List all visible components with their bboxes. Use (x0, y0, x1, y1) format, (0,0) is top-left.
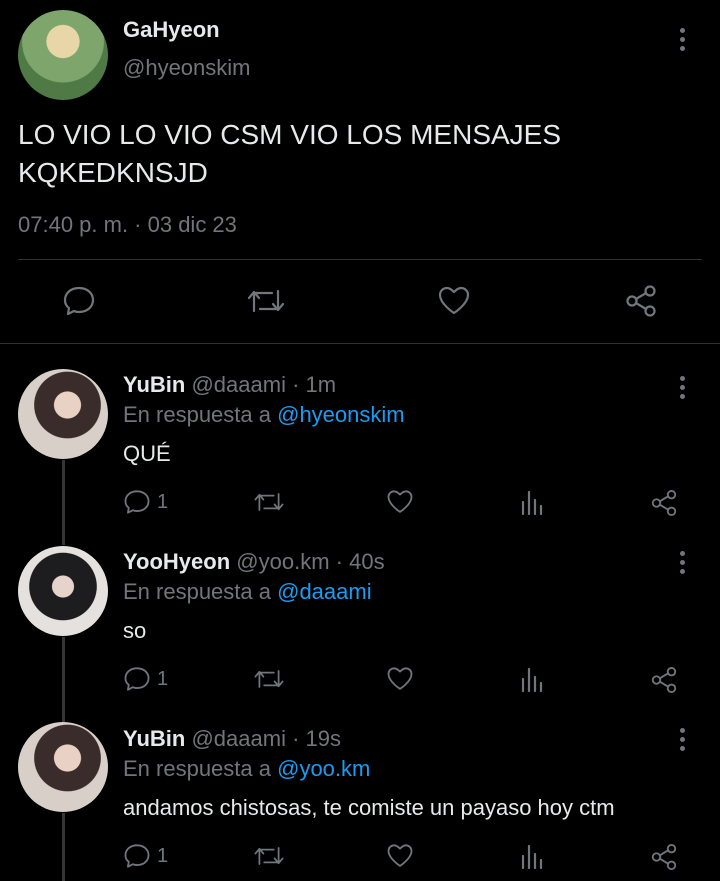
reply-to-link[interactable]: @hyeonskim (277, 402, 405, 427)
reply-header: YuBin @daaami · 1m (123, 372, 336, 398)
tweet-text-line-1: LO VIO LO VIO CSM VIO LOS MENSAJES (18, 119, 562, 150)
more-icon[interactable] (680, 728, 688, 755)
reply-count: 1 (157, 844, 169, 867)
reply-action[interactable]: 1 (123, 488, 168, 516)
more-icon[interactable] (680, 28, 688, 55)
reply-author-name[interactable]: YooHyeon (123, 549, 230, 574)
thread-line (62, 813, 65, 881)
reply-time[interactable]: · 1m (292, 372, 336, 397)
reply-context: En respuesta a @yoo.km (123, 756, 370, 782)
retweet-icon[interactable] (253, 842, 285, 870)
reply-header: YuBin @daaami · 19s (123, 726, 341, 752)
reply-to-link[interactable]: @daaami (277, 579, 372, 604)
reply-context: En respuesta a @daaami (123, 579, 372, 605)
reply-icon[interactable] (123, 842, 151, 870)
divider (0, 343, 720, 344)
author-handle[interactable]: @hyeonskim (123, 55, 251, 81)
thread-line (62, 460, 65, 545)
reply-prefix: En respuesta a (123, 756, 271, 781)
retweet-icon[interactable] (253, 665, 285, 693)
retweet-icon[interactable] (253, 488, 285, 516)
tweet-text-line-2: KQKEDKNSJD (18, 157, 208, 188)
share-icon[interactable] (623, 283, 659, 319)
reply-action[interactable]: 1 (123, 665, 168, 693)
reply-author-handle[interactable]: @daaami (191, 372, 286, 397)
reply-author-handle[interactable]: @daaami (191, 726, 286, 751)
reply-icon[interactable] (123, 665, 151, 693)
reply-time[interactable]: · 19s (292, 726, 341, 751)
reply-avatar[interactable] (18, 722, 108, 812)
author-avatar[interactable] (18, 10, 108, 100)
share-icon[interactable] (649, 842, 679, 872)
reply-count: 1 (157, 667, 169, 690)
tweet-text: LO VIO LO VIO CSM VIO LOS MENSAJES KQKED… (18, 116, 561, 192)
views-icon[interactable] (519, 488, 545, 516)
views-icon[interactable] (519, 665, 545, 693)
retweet-icon[interactable] (246, 285, 286, 317)
reply-header: YooHyeon @yoo.km · 40s (123, 549, 385, 575)
reply-context: En respuesta a @hyeonskim (123, 402, 405, 428)
author-name[interactable]: GaHyeon (123, 17, 220, 43)
reply-text: QUÉ (123, 441, 171, 466)
reply-action[interactable]: 1 (123, 842, 168, 870)
like-icon[interactable] (437, 285, 471, 317)
reply-author-name[interactable]: YuBin (123, 726, 185, 751)
like-icon[interactable] (386, 842, 414, 870)
reply-time[interactable]: · 40s (336, 549, 385, 574)
divider (18, 259, 702, 260)
thread-line (62, 637, 65, 722)
reply-text: so (123, 618, 147, 643)
reply-prefix: En respuesta a (123, 579, 271, 604)
share-icon[interactable] (649, 488, 679, 518)
reply-icon[interactable] (62, 285, 96, 317)
reply-avatar[interactable] (18, 546, 108, 636)
like-icon[interactable] (386, 665, 414, 693)
tweet-timestamp[interactable]: 07:40 p. m. · 03 dic 23 (18, 212, 237, 238)
more-icon[interactable] (680, 376, 688, 403)
reply-prefix: En respuesta a (123, 402, 271, 427)
reply-to-link[interactable]: @yoo.km (277, 756, 370, 781)
reply-author-handle[interactable]: @yoo.km (236, 549, 329, 574)
views-icon[interactable] (519, 842, 545, 870)
reply-avatar[interactable] (18, 369, 108, 459)
reply-icon[interactable] (123, 488, 151, 516)
reply-count: 1 (157, 490, 169, 513)
reply-text: andamos chistosas, te comiste un payaso … (123, 795, 615, 820)
like-icon[interactable] (386, 488, 414, 516)
more-icon[interactable] (680, 551, 688, 578)
reply-author-name[interactable]: YuBin (123, 372, 185, 397)
share-icon[interactable] (649, 665, 679, 695)
